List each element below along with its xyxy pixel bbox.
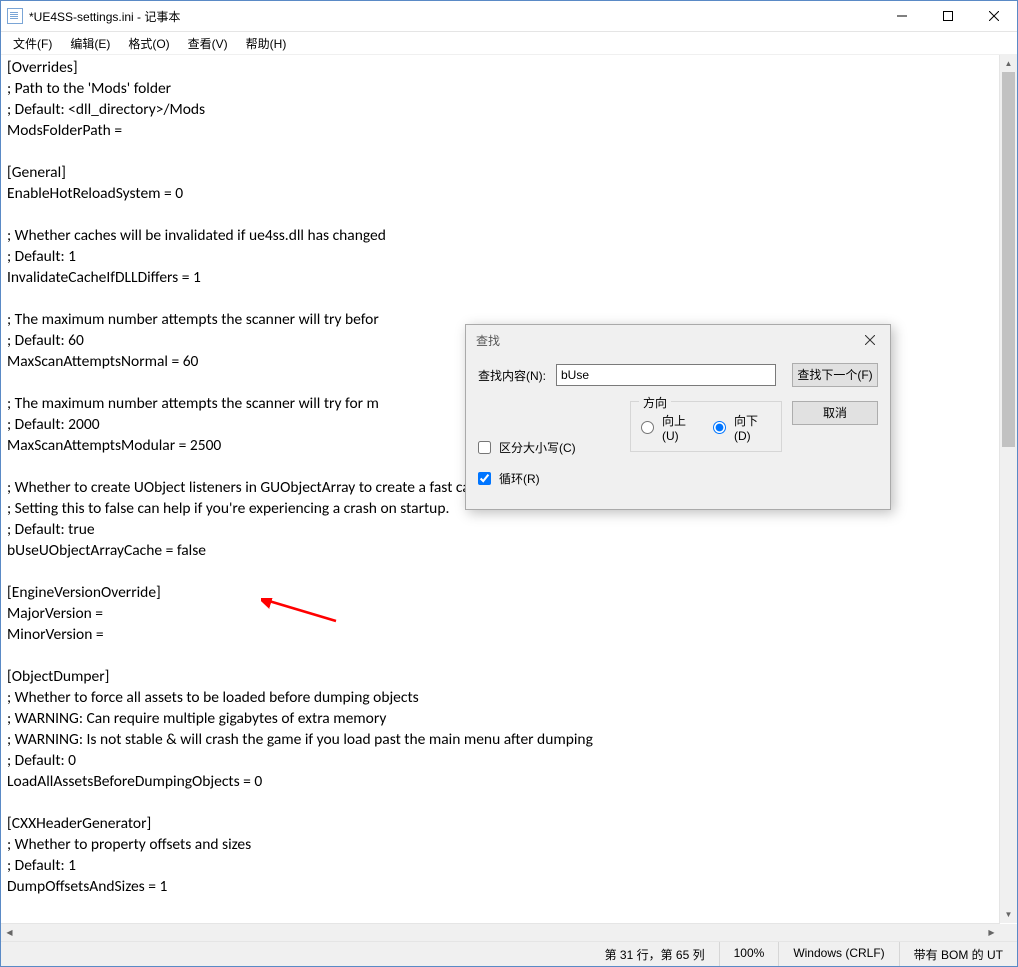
direction-up-option[interactable]: 向上(U)	[641, 412, 699, 443]
direction-down-radio[interactable]	[713, 421, 726, 434]
find-next-button[interactable]: 查找下一个(F)	[792, 363, 878, 387]
menu-edit[interactable]: 编辑(E)	[62, 33, 118, 54]
find-body: 查找内容(N): 查找下一个(F) 方向 向上(U)	[466, 355, 890, 497]
status-position: 第 31 行，第 65 列	[591, 942, 719, 966]
direction-up-radio[interactable]	[641, 421, 654, 434]
close-button[interactable]	[971, 1, 1017, 31]
maximize-icon	[943, 11, 953, 21]
status-bar: 第 31 行，第 65 列 100% Windows (CRLF) 带有 BOM…	[1, 941, 1017, 966]
find-close-button[interactable]	[850, 325, 890, 355]
find-title-bar[interactable]: 查找	[466, 325, 890, 355]
notepad-window: *UE4SS-settings.ini - 记事本 文件(F) 编辑(E) 格式…	[0, 0, 1018, 967]
scroll-right-button[interactable]: ▶	[983, 924, 1000, 941]
status-eol: Windows (CRLF)	[778, 942, 898, 966]
scroll-corner	[1000, 924, 1017, 941]
status-zoom: 100%	[719, 942, 779, 966]
direction-up-label: 向上(U)	[662, 412, 699, 443]
menu-view[interactable]: 查看(V)	[180, 33, 236, 54]
find-input[interactable]	[556, 364, 776, 386]
wrap-option[interactable]: 循环(R)	[478, 470, 782, 487]
maximize-button[interactable]	[925, 1, 971, 31]
menu-file[interactable]: 文件(F)	[5, 33, 60, 54]
wrap-label: 循环(R)	[499, 470, 540, 487]
window-controls	[879, 1, 1017, 31]
cancel-button[interactable]: 取消	[792, 401, 878, 425]
scroll-left-button[interactable]: ◀	[1, 924, 18, 941]
wrap-checkbox[interactable]	[478, 472, 491, 485]
menu-bar: 文件(F) 编辑(E) 格式(O) 查看(V) 帮助(H)	[1, 32, 1017, 55]
window-title: *UE4SS-settings.ini - 记事本	[29, 8, 879, 25]
find-title: 查找	[476, 332, 850, 349]
minimize-icon	[897, 11, 907, 21]
direction-down-label: 向下(D)	[734, 412, 771, 443]
scroll-track[interactable]	[1000, 72, 1017, 906]
direction-legend: 方向	[639, 394, 671, 411]
menu-format[interactable]: 格式(O)	[120, 33, 177, 54]
close-icon	[865, 335, 875, 345]
match-case-label: 区分大小写(C)	[499, 439, 576, 456]
direction-down-option[interactable]: 向下(D)	[713, 412, 771, 443]
scroll-up-button[interactable]: ▲	[1000, 55, 1017, 72]
find-content-label: 查找内容(N):	[478, 367, 546, 384]
status-encoding: 带有 BOM 的 UT	[899, 942, 1017, 966]
match-case-checkbox[interactable]	[478, 441, 491, 454]
scroll-thumb[interactable]	[1002, 72, 1015, 447]
title-bar[interactable]: *UE4SS-settings.ini - 记事本	[1, 1, 1017, 32]
editor-area: [Overrides] ; Path to the 'Mods' folder …	[1, 55, 1017, 941]
find-dialog[interactable]: 查找 查找内容(N): 查找下一个(F) 方向 向上(U)	[465, 324, 891, 510]
vertical-scrollbar[interactable]: ▲ ▼	[999, 55, 1017, 923]
minimize-button[interactable]	[879, 1, 925, 31]
app-icon	[7, 8, 23, 24]
direction-group: 方向 向上(U) 向下(D)	[630, 401, 782, 452]
scroll-down-button[interactable]: ▼	[1000, 906, 1017, 923]
menu-help[interactable]: 帮助(H)	[238, 33, 295, 54]
close-icon	[989, 11, 999, 21]
horizontal-scrollbar[interactable]: ◀ ▶	[1, 923, 1000, 941]
